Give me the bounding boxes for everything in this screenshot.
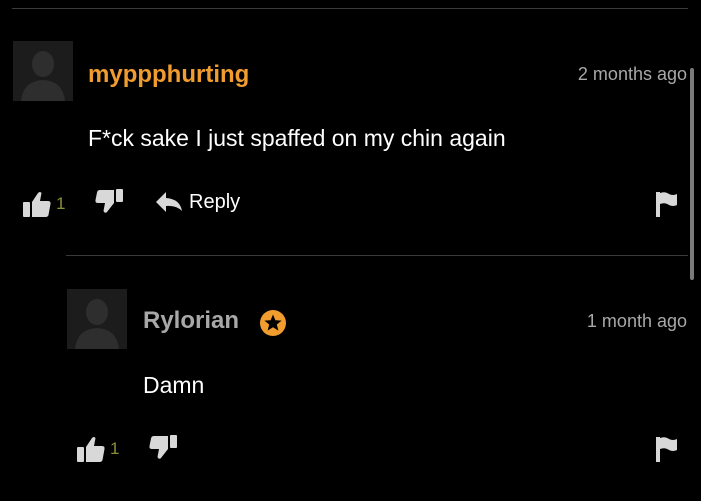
comment-text: F*ck sake I just spaffed on my chin agai…	[88, 125, 506, 151]
reply-button[interactable]: Reply	[155, 190, 240, 214]
comment-timestamp: 1 month ago	[586, 311, 687, 331]
comment-username[interactable]: myppphurting	[88, 61, 249, 89]
upvote-count: 1	[110, 439, 120, 458]
comment-timestamp: 2 months ago	[577, 64, 687, 84]
flag-button[interactable]	[655, 435, 679, 463]
star-badge-icon	[259, 309, 287, 337]
comment-text: Damn	[143, 372, 205, 398]
thumbs-up-icon	[23, 192, 51, 217]
flag-button[interactable]	[655, 190, 679, 218]
upvote-count: 1	[56, 194, 66, 213]
flag-icon	[656, 192, 677, 217]
flag-icon	[656, 437, 677, 462]
thumbs-down-icon	[95, 189, 123, 213]
downvote-button[interactable]	[94, 188, 124, 216]
avatar-placeholder-icon[interactable]	[67, 289, 127, 349]
reply-divider	[66, 255, 688, 256]
reply-arrow-icon	[156, 192, 182, 212]
upvote-button[interactable]: 1	[76, 435, 119, 463]
comment-username[interactable]: Rylorian	[143, 307, 239, 335]
scrollbar[interactable]	[690, 68, 694, 280]
thumbs-down-icon	[149, 435, 177, 459]
avatar-placeholder-icon[interactable]	[13, 41, 73, 101]
top-divider	[12, 8, 688, 9]
thumbs-up-icon	[77, 437, 105, 462]
downvote-button[interactable]	[148, 434, 178, 462]
upvote-button[interactable]: 1	[22, 190, 65, 218]
reply-label: Reply	[189, 191, 241, 213]
